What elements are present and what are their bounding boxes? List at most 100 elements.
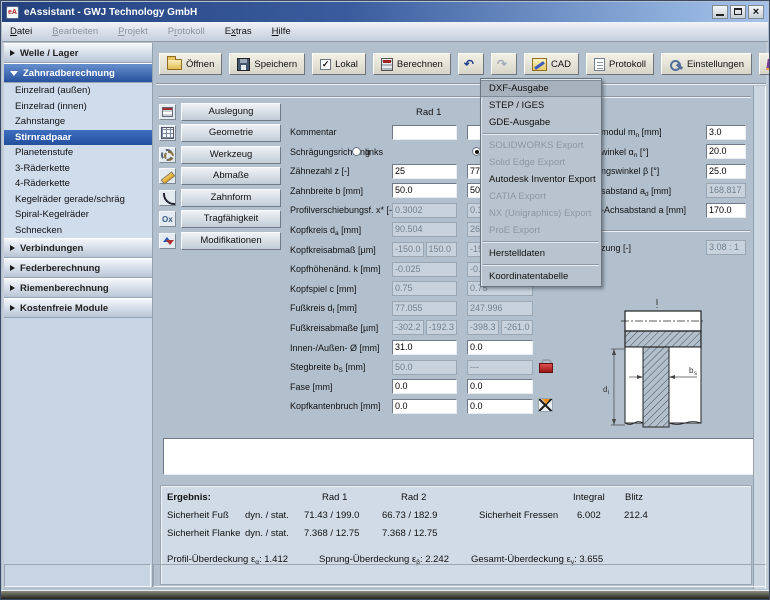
sidebar-item[interactable]: Stirnradpaar xyxy=(4,130,152,146)
chamfer-icon[interactable] xyxy=(538,398,553,412)
menubar-item[interactable]: Datei xyxy=(10,26,32,37)
form-field[interactable]: -302.2 xyxy=(392,320,424,335)
sidebar-item[interactable]: Spiral-Kegelräder xyxy=(4,207,152,223)
maximize-button[interactable] xyxy=(730,5,746,19)
sidebar-item[interactable]: Kegelräder gerade/schräg xyxy=(4,192,152,208)
menubar-item[interactable]: Extras xyxy=(225,26,252,37)
toolbar-button[interactable]: Speichern xyxy=(229,53,305,75)
menubar-item[interactable]: Hilfe xyxy=(272,26,291,37)
scrollbar[interactable] xyxy=(753,86,766,589)
form-field[interactable]: 25.0 xyxy=(706,164,746,179)
sidebar-section-header[interactable]: Riemenberechnung xyxy=(4,278,152,298)
form-field[interactable]: 50.0 xyxy=(392,183,457,198)
toolbar-button[interactable]: Berechnen xyxy=(373,53,451,75)
form-field[interactable]: 0.0 xyxy=(467,379,533,394)
menu-item[interactable]: CATIA Export xyxy=(481,188,601,205)
message-area[interactable] xyxy=(163,438,764,475)
toolbar-button[interactable]: Einstellungen xyxy=(661,53,752,75)
sidebar-section-header[interactable]: Verbindungen xyxy=(4,238,152,258)
menu-label-part: earbeiten xyxy=(59,26,99,37)
sidebar-item[interactable]: Einzelrad (außen) xyxy=(4,83,152,99)
menubar-item[interactable]: Projekt xyxy=(118,26,148,37)
form-field[interactable]: 3.0 xyxy=(706,125,746,140)
form-field[interactable]: 247.996 xyxy=(467,301,533,316)
form-field[interactable]: 170.0 xyxy=(706,203,746,218)
form-field[interactable]: 20.0 xyxy=(706,144,746,159)
sidebar-item[interactable]: 4-Räderkette xyxy=(4,176,152,192)
menu-label-key: H xyxy=(272,26,279,37)
form-field[interactable]: 90.504 xyxy=(392,222,457,237)
sidebar-section-header[interactable]: Welle / Lager xyxy=(4,43,152,63)
form-field[interactable]: 0.0 xyxy=(467,340,533,355)
title-bar[interactable]: eA eAssistant - GWJ Technology GmbH × xyxy=(2,2,768,22)
toolbar-button[interactable]: Protokoll xyxy=(586,53,654,75)
toolbar-button[interactable] xyxy=(491,53,517,75)
field-group-rad2: -398.3-261.0 xyxy=(467,320,533,335)
menu-item[interactable]: GDE-Ausgabe xyxy=(481,114,601,131)
field-group-rad2: 0.0 xyxy=(467,399,533,414)
menu-item[interactable]: Autodesk Inventor Export xyxy=(481,171,601,188)
calc-nav-button[interactable]: Modifikationen xyxy=(181,232,281,250)
toolbar-button[interactable]: Lokal xyxy=(312,53,366,75)
menubar-item[interactable]: Protokoll xyxy=(168,26,205,37)
field-group-rad1: -150.0150.0 xyxy=(392,242,457,257)
menu-item[interactable]: Solid Edge Export xyxy=(481,154,601,171)
menu-item[interactable]: NX (Unigraphics) Export xyxy=(481,205,601,222)
sidebar-item[interactable]: Einzelrad (innen) xyxy=(4,99,152,115)
sidebar-item[interactable]: Zahnstange xyxy=(4,114,152,130)
form-field[interactable]: 3.08 : 1 xyxy=(706,240,746,255)
sidebar-item[interactable]: Planetenstufe xyxy=(4,145,152,161)
form-field[interactable]: 25 xyxy=(392,164,457,179)
form-field[interactable]: 168.817 xyxy=(706,183,746,198)
form-field[interactable]: 77.055 xyxy=(392,301,457,316)
calc-nav-button[interactable]: Tragfähigkeit xyxy=(181,210,281,228)
radio-links[interactable] xyxy=(352,147,361,156)
menu-item[interactable]: Koordinatentabelle xyxy=(481,268,601,285)
toolbar-button[interactable]: Öffnen xyxy=(159,53,222,75)
close-button[interactable]: × xyxy=(748,5,764,19)
toolbar-button-label: Einstellungen xyxy=(687,59,744,70)
toolbar-button[interactable]: Hilfe xyxy=(759,53,770,75)
calc-nav-button[interactable]: Zahnform xyxy=(181,189,281,207)
form-field[interactable]: 150.0 xyxy=(426,242,458,257)
form-field[interactable]: 0.0 xyxy=(392,399,457,414)
form-field[interactable]: 0.3002 xyxy=(392,203,457,218)
sidebar-section-header[interactable]: Federberechnung xyxy=(4,258,152,278)
form-field[interactable]: -192.3 xyxy=(426,320,458,335)
calc-nav-button[interactable]: Werkzeug xyxy=(181,146,281,164)
minimize-button[interactable] xyxy=(712,5,728,19)
menu-row: ProE Export xyxy=(481,222,601,239)
toolbar-button[interactable]: CAD xyxy=(524,53,579,75)
sidebar-section-header[interactable]: Kostenfreie Module xyxy=(4,298,152,318)
menu-item[interactable]: STEP / IGES xyxy=(481,97,601,114)
menu-item[interactable]: SOLIDWORKS Export xyxy=(481,137,601,154)
calc-nav-button[interactable]: Abmaße xyxy=(181,167,281,185)
form-field[interactable]: -398.3 xyxy=(467,320,499,335)
form-field[interactable]: -0.025 xyxy=(392,262,457,277)
sidebar-item[interactable]: Schnecken xyxy=(4,223,152,239)
form-field[interactable]: 31.0 xyxy=(392,340,457,355)
form-field[interactable]: -261.0 xyxy=(501,320,533,335)
label-part: [mm] xyxy=(343,362,366,372)
menu-separator xyxy=(483,133,599,135)
form-field[interactable]: 0.0 xyxy=(392,379,457,394)
results-title: Ergebnis: xyxy=(167,492,211,503)
calc-nav-button[interactable]: Geometrie xyxy=(181,124,281,142)
form-field[interactable]: -150.0 xyxy=(392,242,424,257)
menu-item[interactable]: Herstelldaten xyxy=(481,245,601,262)
form-field[interactable]: 50.0 xyxy=(392,360,457,375)
calc-nav-button[interactable]: Auslegung xyxy=(181,103,281,121)
menu-item[interactable]: DXF-Ausgabe xyxy=(481,80,601,97)
sidebar-section-header[interactable]: Zahnradberechnung xyxy=(4,63,152,83)
label-part: winkel α xyxy=(601,147,634,157)
sidebar-item[interactable]: 3-Räderkette xyxy=(4,161,152,177)
form-field[interactable]: --- xyxy=(467,360,533,375)
menu-label-part: atei xyxy=(17,26,32,37)
form-field[interactable] xyxy=(392,125,457,140)
toolbar-button[interactable] xyxy=(458,53,484,75)
form-field[interactable]: 0.0 xyxy=(467,399,533,414)
menu-item[interactable]: ProE Export xyxy=(481,222,601,239)
menubar-item[interactable]: Bearbeiten xyxy=(52,26,98,37)
lock-icon[interactable] xyxy=(538,359,553,373)
form-field[interactable]: 0.75 xyxy=(392,281,457,296)
